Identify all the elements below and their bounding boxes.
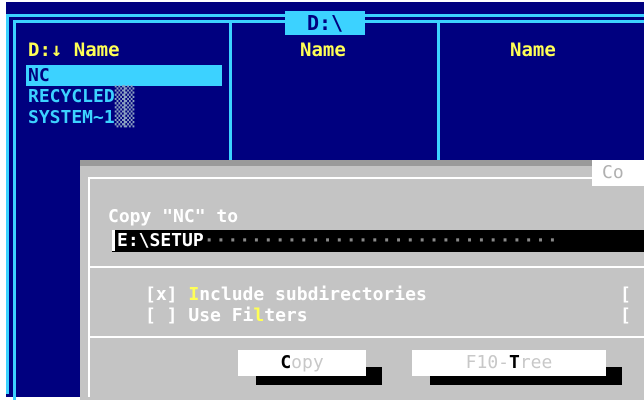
shade-block: ▒▒ <box>114 86 135 107</box>
hotkey-letter: l <box>253 305 265 326</box>
dialog-separator <box>90 266 644 268</box>
column-header-1[interactable]: D:↓ Name <box>28 38 120 62</box>
panel-path-title: D:\ <box>285 11 365 35</box>
copy-prompt: Copy "NC" to <box>108 206 239 227</box>
option-label-pre: Use Fi <box>188 305 254 326</box>
right-option-bracket[interactable]: [ <box>620 305 631 326</box>
file-item-recycled[interactable]: RECYCLED▒▒ <box>26 86 135 107</box>
column-header-3[interactable]: Name <box>510 38 556 62</box>
field-fill: ······························ <box>203 230 559 251</box>
option-label: ters <box>264 305 308 326</box>
file-item-system[interactable]: SYSTEM~1▒▒ <box>26 107 135 128</box>
column-divider <box>229 22 232 162</box>
file-name: RECYCLED <box>28 86 115 107</box>
column-header-2[interactable]: Name <box>300 38 346 62</box>
dialog-top-edge <box>80 160 644 166</box>
button-label: ree <box>519 352 553 373</box>
include-subdirectories-checkbox[interactable]: [x] Include subdirectories <box>145 284 427 305</box>
copy-button[interactable]: Copy <box>238 350 366 376</box>
use-filters-checkbox[interactable]: [ ] Use Filters <box>145 305 308 326</box>
hotkey-letter: T <box>509 352 520 373</box>
file-name: NC <box>28 65 50 86</box>
column-header-label: Name <box>73 39 120 61</box>
hotkey-letter: C <box>280 352 292 373</box>
checkbox-state: [x] <box>145 284 178 305</box>
hotkey-letter: I <box>188 284 200 305</box>
column-divider <box>437 22 440 162</box>
button-label: opy <box>291 352 324 373</box>
file-name: SYSTEM~1 <box>28 107 115 128</box>
file-item-nc[interactable]: NC <box>26 65 222 86</box>
dialog-separator <box>90 336 644 338</box>
f10-tree-button[interactable]: F10-Tree <box>412 350 606 376</box>
shade-block: ▒▒ <box>114 107 135 128</box>
checkbox-state: [ ] <box>145 305 178 326</box>
destination-value: E:\SETUP <box>112 230 204 251</box>
dialog-title: Co <box>592 160 644 186</box>
button-label-pre: F10- <box>465 352 509 373</box>
option-label: nclude subdirectories <box>199 284 427 305</box>
destination-input[interactable]: E:\SETUP······························ <box>112 230 644 252</box>
drive-indicator: D:↓ <box>28 39 63 61</box>
right-option-bracket[interactable]: [ <box>620 284 631 305</box>
